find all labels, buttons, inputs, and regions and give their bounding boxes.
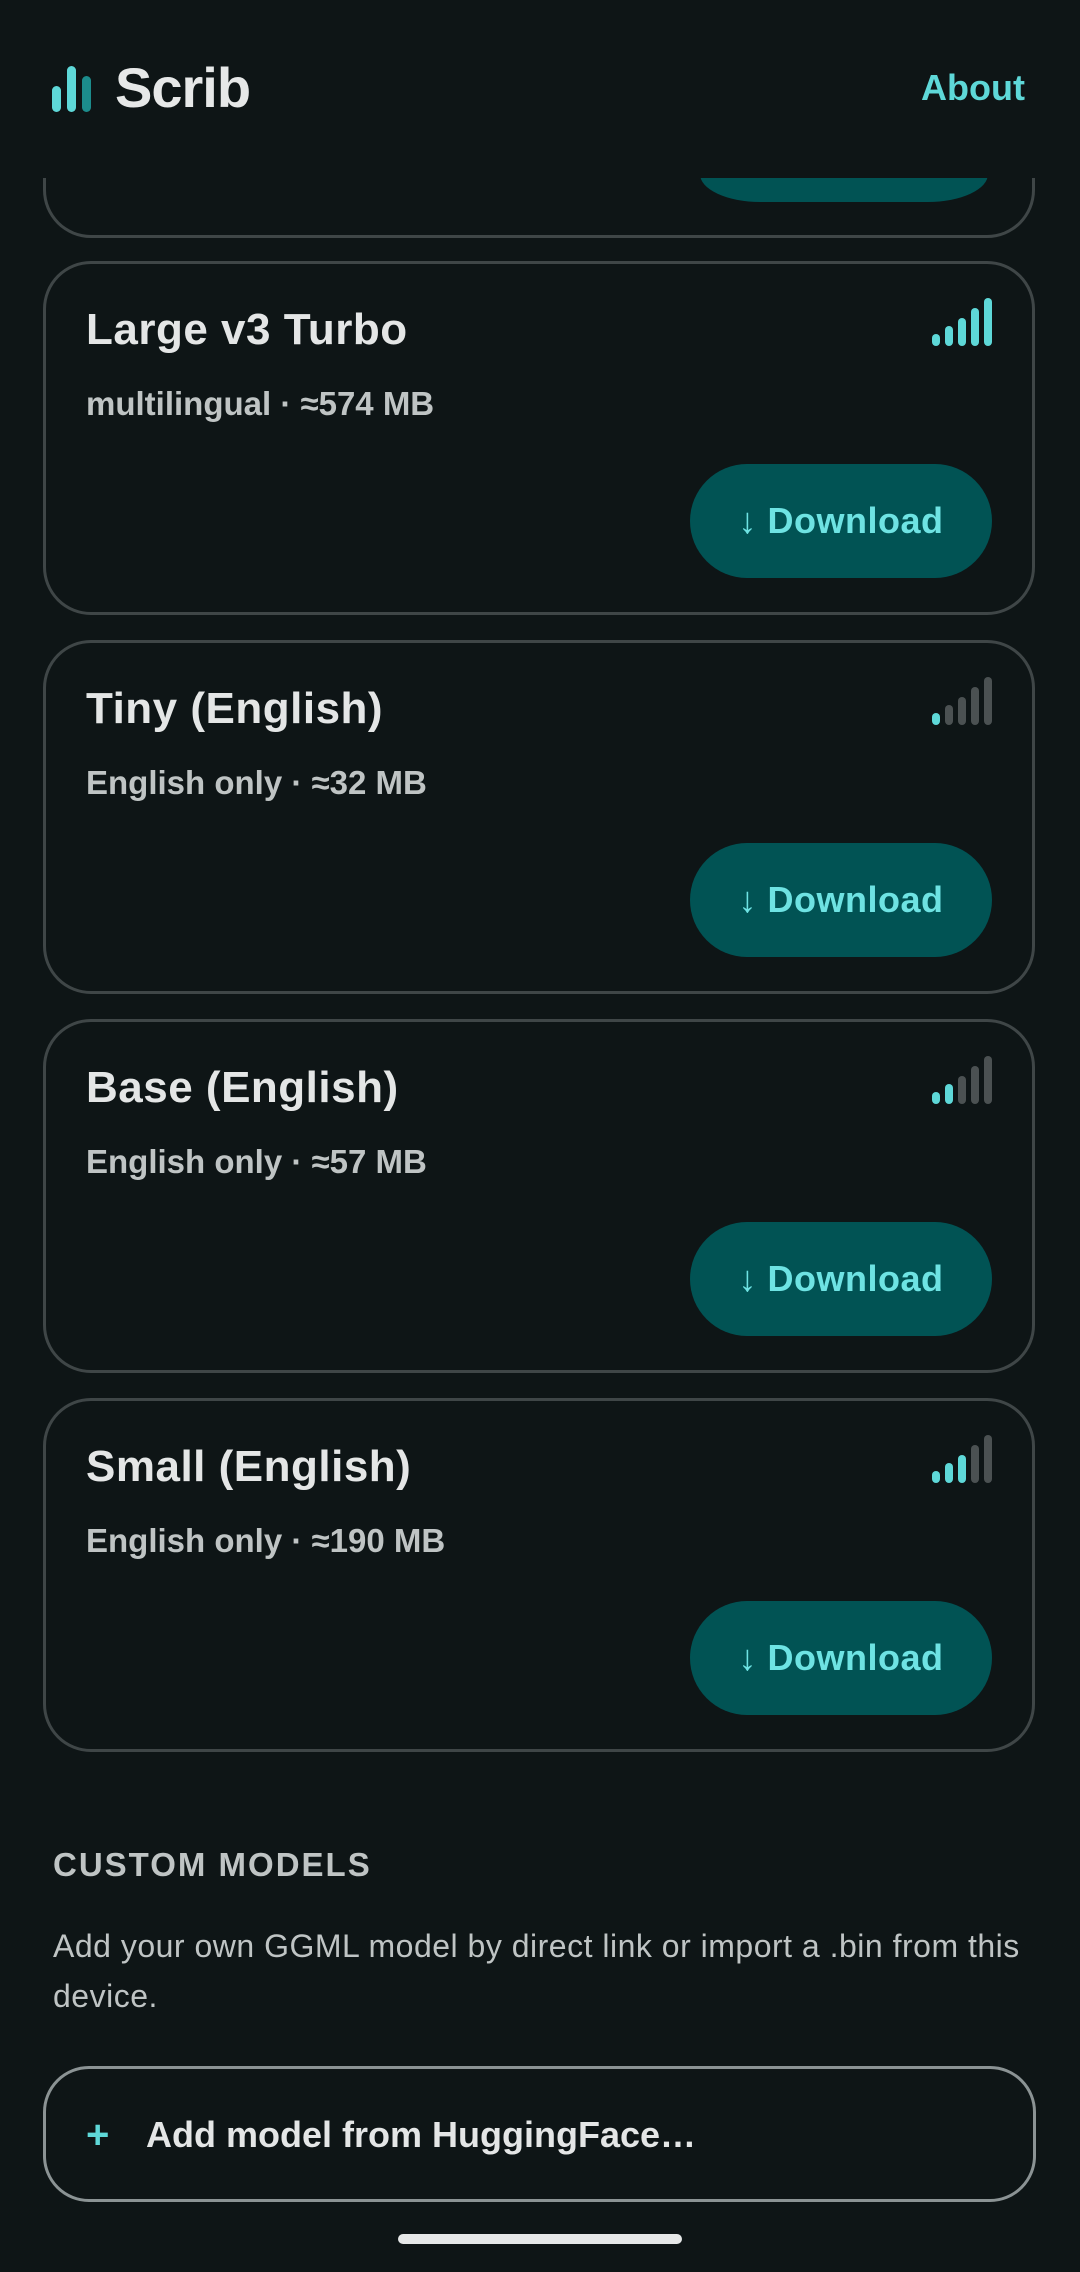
signal-bars-icon [932, 298, 994, 346]
download-button[interactable]: ↓ Download [690, 464, 992, 578]
model-card: Small (English) English only · ≈190 MB ↓… [43, 1398, 1035, 1752]
app-title: Scrib [115, 56, 251, 119]
model-card: Base (English) English only · ≈57 MB ↓ D… [43, 1019, 1035, 1373]
model-detail: English only · ≈32 MB [86, 764, 427, 801]
model-detail: multilingual · ≈574 MB [86, 385, 435, 422]
signal-bars-icon [932, 677, 994, 725]
model-name: Base (English) [86, 1063, 399, 1112]
section-header-custom-models: CUSTOM MODELS [53, 1846, 372, 1883]
add-model-button[interactable]: + Add model from HuggingFace… [43, 2066, 1036, 2202]
signal-bars-icon [932, 1435, 994, 1483]
home-indicator[interactable] [398, 2234, 682, 2244]
model-name: Small (English) [86, 1442, 412, 1491]
add-model-label: Add model from HuggingFace… [146, 2114, 697, 2155]
about-link[interactable]: About [921, 66, 1025, 110]
signal-bars-icon [932, 1056, 994, 1104]
section-description: Add your own GGML model by direct link o… [53, 1928, 1020, 2014]
model-name: Large v3 Turbo [86, 305, 408, 354]
download-button[interactable]: ↓ Download [690, 1601, 992, 1715]
model-detail: English only · ≈57 MB [86, 1143, 427, 1180]
model-name: Tiny (English) [86, 684, 384, 733]
download-button[interactable]: ↓ Download [690, 843, 992, 957]
download-button[interactable]: ↓ Download [690, 1222, 992, 1336]
plus-icon: + [86, 2113, 110, 2157]
model-detail: English only · ≈190 MB [86, 1522, 446, 1559]
model-card: Large v3 Turbo multilingual · ≈574 MB ↓ … [43, 261, 1035, 615]
model-card: Tiny (English) English only · ≈32 MB ↓ D… [43, 640, 1035, 994]
logo-bars-icon [52, 64, 94, 112]
app-header: Scrib About [0, 0, 1080, 178]
